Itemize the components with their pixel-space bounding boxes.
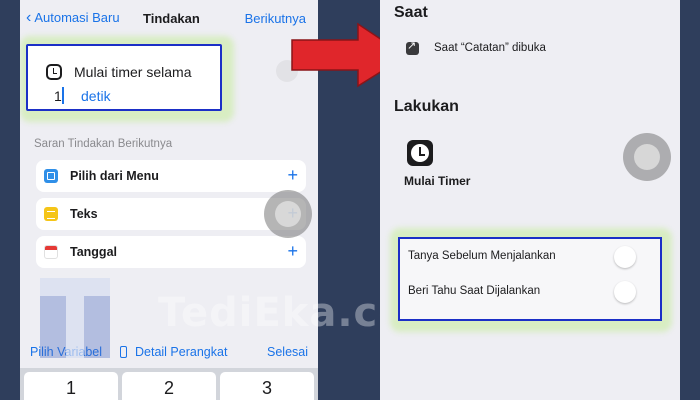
right-phone-screen: Saat Saat “Catatan” dibuka Lakukan Mulai… <box>380 0 680 400</box>
ask-before-running-label: Tanya Sebelum Menjalankan <box>408 250 556 262</box>
suggestion-date[interactable]: Tanggal + <box>36 236 306 268</box>
add-icon[interactable]: + <box>287 241 298 261</box>
key-1[interactable]: 1 <box>24 372 118 400</box>
touch-indicator <box>264 190 312 238</box>
start-timer-action[interactable]: Mulai Timer <box>404 174 470 188</box>
phone-icon <box>120 346 127 358</box>
numeric-keypad: 1 2 3 <box>20 368 318 400</box>
suggestion-label: Teks <box>70 207 98 221</box>
timer-action-card[interactable]: Mulai timer selama 1 detik <box>26 44 222 111</box>
touch-indicator <box>623 133 671 181</box>
notify-when-run-label: Beri Tahu Saat Dijalankan <box>408 285 541 297</box>
device-details-label: Detail Perangkat <box>135 345 228 359</box>
suggestions-heading: Saran Tindakan Berikutnya <box>34 138 173 150</box>
timer-value-input[interactable]: 1 <box>54 88 62 104</box>
suggestion-choose-from-menu[interactable]: Pilih dari Menu + <box>36 160 306 192</box>
suggestion-label: Tanggal <box>70 245 117 259</box>
chevron-left-icon: ‹ <box>26 8 32 26</box>
notify-when-run-toggle[interactable] <box>614 281 636 303</box>
when-heading: Saat <box>394 4 428 21</box>
clock-icon <box>46 64 62 80</box>
back-label: Automasi Baru <box>34 10 120 25</box>
menu-icon <box>44 169 58 183</box>
do-heading: Lakukan <box>394 98 459 115</box>
trigger-text[interactable]: Saat “Catatan” dibuka <box>434 42 546 54</box>
key-3[interactable]: 3 <box>220 372 314 400</box>
text-icon <box>44 207 58 221</box>
watermark-logo <box>40 278 110 358</box>
calendar-icon <box>44 245 58 259</box>
run-options-box: Tanya Sebelum Menjalankan Beri Tahu Saat… <box>398 237 662 321</box>
action-title: Mulai timer selama <box>74 64 192 80</box>
done-button[interactable]: Selesai <box>267 345 308 359</box>
ask-before-running-toggle[interactable] <box>614 246 636 268</box>
open-app-icon <box>406 39 419 55</box>
nav-bar: ‹ Automasi Baru Tindakan Berikutnya <box>20 0 318 38</box>
add-icon[interactable]: + <box>287 165 298 185</box>
back-button[interactable]: ‹ Automasi Baru <box>26 8 120 26</box>
suggestion-label: Pilih dari Menu <box>70 169 159 183</box>
timer-clock-icon <box>407 140 433 166</box>
text-caret <box>62 87 64 104</box>
timer-unit-button[interactable]: detik <box>81 88 111 104</box>
page-title: Tindakan <box>143 11 200 26</box>
device-details-button[interactable]: Detail Perangkat <box>120 345 227 359</box>
key-2[interactable]: 2 <box>122 372 216 400</box>
